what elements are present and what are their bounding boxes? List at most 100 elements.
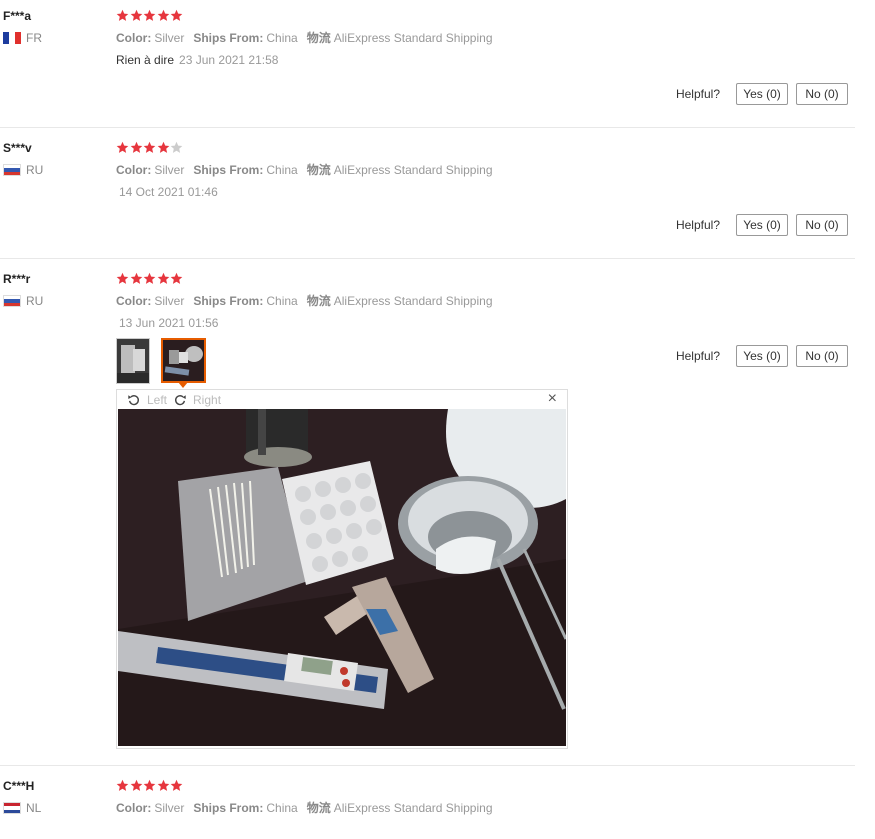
flag-icon: [3, 32, 21, 44]
color-value: Silver: [154, 31, 185, 45]
helpful-label: Helpful?: [675, 218, 720, 232]
no-button[interactable]: No (0): [796, 83, 848, 105]
star-icon: [157, 779, 170, 792]
reviewer-info: F***a FR: [3, 9, 42, 45]
star-rating: [116, 272, 493, 286]
thumbnail-image: [117, 339, 149, 383]
star-icon: [143, 141, 156, 154]
review-photo-image: [118, 409, 566, 746]
star-icon: [157, 272, 170, 285]
country-code: RU: [26, 294, 44, 308]
thumbnail-image: [163, 340, 204, 381]
ships-from-value: China: [266, 163, 298, 177]
helpful-controls: Helpful? Yes (0) No (0): [676, 345, 848, 367]
flag-icon: [3, 164, 21, 176]
color-label: Color:: [116, 31, 152, 45]
viewer-toolbar: Left Right ×: [117, 390, 567, 409]
review-attributes: Color: Silver Ships From: China 物流 AliExpress…: [116, 31, 493, 45]
star-icon: [130, 9, 143, 22]
reviewer-country: RU: [3, 163, 43, 177]
reviewer-name: F***a: [3, 9, 32, 23]
rotate-right-label: Right: [193, 392, 222, 407]
color-label: Color:: [116, 801, 152, 815]
review-photo-thumbnail[interactable]: [116, 338, 150, 384]
ships-from-value: China: [266, 801, 298, 815]
reviewer-name: C***H: [3, 779, 35, 793]
color-value: Silver: [154, 801, 185, 815]
review-attributes: Color: Silver Ships From: China 物流 AliExpress…: [116, 163, 493, 177]
review-date: 14 Oct 2021 01:46: [119, 185, 218, 199]
review-date: 23 Jun 2021 21:58: [179, 53, 279, 67]
star-rating: [116, 779, 493, 793]
reviewer-country: RU: [3, 294, 43, 308]
rotate-left-label: Left: [147, 392, 168, 407]
close-icon[interactable]: ×: [548, 391, 557, 407]
review-attributes: Color: Silver Ships From: China 物流 AliExpress…: [116, 294, 493, 308]
color-value: Silver: [154, 163, 185, 177]
rotate-left-button[interactable]: Left: [127, 393, 167, 407]
star-icon: [143, 779, 156, 792]
ships-from-value: China: [266, 294, 298, 308]
rotate-right-icon: [175, 394, 186, 405]
review-item: C***H NL Color: Silver Ships From: China 物流 A…: [0, 779, 855, 839]
review-content: Color: Silver Ships From: China 物流 AliExpress…: [116, 9, 493, 67]
yes-button[interactable]: Yes (0): [736, 214, 788, 236]
review-date: 13 Jun 2021 01:56: [119, 316, 219, 330]
photo-viewer: Left Right ×: [116, 389, 568, 749]
review-photo-thumbnails: [116, 338, 217, 384]
yes-button[interactable]: Yes (0): [736, 345, 788, 367]
shipping-value: AliExpress Standard Shipping: [333, 163, 493, 177]
country-code: FR: [26, 31, 42, 45]
review-photo-thumbnail-selected[interactable]: [161, 338, 206, 383]
review-photo-large: [118, 409, 566, 746]
star-icon: [170, 141, 183, 154]
shipping-label: 物流: [306, 163, 331, 177]
rotate-right-button[interactable]: Right: [173, 393, 221, 407]
review-text-line: Rien à dire 23 Jun 2021 21:58: [116, 53, 493, 67]
flag-icon: [3, 802, 21, 814]
star-icon: [157, 141, 170, 154]
no-button[interactable]: No (0): [796, 214, 848, 236]
review-content: Color: Silver Ships From: China 物流 AliExpress…: [116, 141, 493, 199]
thumbnail-pointer: [178, 382, 188, 388]
shipping-label: 物流: [306, 801, 331, 815]
shipping-value: AliExpress Standard Shipping: [333, 294, 493, 308]
color-value: Silver: [154, 294, 185, 308]
star-rating: [116, 141, 493, 155]
yes-button[interactable]: Yes (0): [736, 83, 788, 105]
no-button[interactable]: No (0): [796, 345, 848, 367]
ships-from-label: Ships From:: [193, 294, 264, 308]
star-icon: [170, 9, 183, 22]
star-icon: [116, 141, 129, 154]
ships-from-label: Ships From:: [193, 31, 264, 45]
review-text-line: 14 Oct 2021 01:46: [116, 185, 493, 199]
shipping-label: 物流: [306, 294, 331, 308]
rotate-left-icon: [128, 394, 139, 405]
color-label: Color:: [116, 294, 152, 308]
ships-from-label: Ships From:: [193, 163, 264, 177]
reviewer-info: C***H NL: [3, 779, 41, 815]
star-icon: [143, 9, 156, 22]
helpful-label: Helpful?: [675, 349, 720, 363]
review-attributes: Color: Silver Ships From: China 物流 AliExpress…: [116, 801, 493, 815]
color-label: Color:: [116, 163, 152, 177]
star-icon: [157, 9, 170, 22]
reviewer-name: S***v: [3, 141, 32, 155]
star-icon: [130, 779, 143, 792]
review-item: S***v RU Color: Silver Ships From: China 物流 A…: [0, 141, 855, 259]
flag-icon: [3, 295, 21, 307]
reviewer-country: NL: [3, 801, 41, 815]
star-icon: [130, 272, 143, 285]
country-code: NL: [26, 801, 42, 815]
star-icon: [130, 141, 143, 154]
ships-from-label: Ships From:: [193, 801, 264, 815]
star-rating: [116, 9, 493, 23]
review-text-line: 13 Jun 2021 01:56: [116, 316, 493, 330]
star-icon: [116, 9, 129, 22]
helpful-label: Helpful?: [675, 87, 720, 101]
star-icon: [170, 779, 183, 792]
helpful-controls: Helpful? Yes (0) No (0): [676, 214, 848, 236]
star-icon: [116, 779, 129, 792]
shipping-value: AliExpress Standard Shipping: [333, 801, 493, 815]
reviewer-name: R***r: [3, 272, 31, 286]
